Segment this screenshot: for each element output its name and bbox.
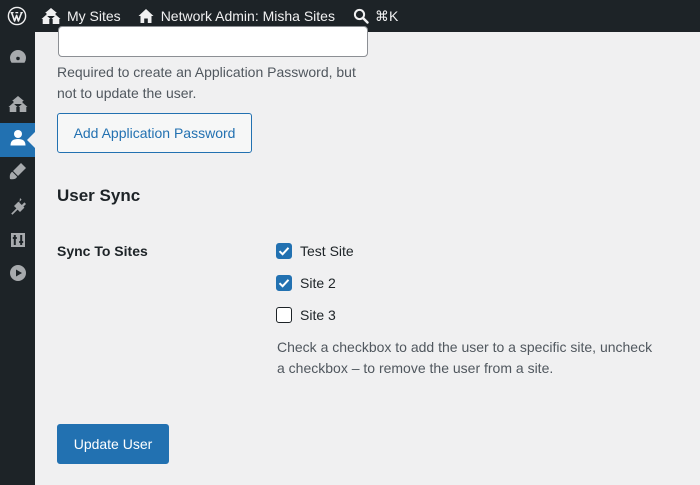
dashboard-icon [8,47,28,72]
checkmark-icon [278,247,290,256]
sites-icon [8,95,28,118]
site-option-test-site[interactable]: Test Site [276,243,354,259]
user-sync-description: Check a checkbox to add the user to a sp… [277,339,653,376]
menu-users[interactable] [0,123,35,157]
menu-media-play[interactable] [0,258,35,292]
users-icon [8,128,28,153]
plugins-icon [8,196,28,221]
search-icon [353,8,369,24]
wordpress-menu[interactable] [0,0,34,32]
menu-plugins[interactable] [0,191,35,225]
admin-side-menu [0,32,35,485]
sync-to-sites-label: Sync To Sites [57,243,148,259]
my-sites-icon [41,7,61,25]
test-site-checkbox[interactable] [276,243,292,259]
site-2-checkbox[interactable] [276,275,292,291]
menu-themes[interactable] [0,156,35,190]
menu-dashboard[interactable] [0,42,35,76]
application-password-description: Required to create an Application Passwo… [57,64,356,101]
media-play-icon [8,263,28,288]
site-option-site-2[interactable]: Site 2 [276,275,336,291]
application-password-name-field[interactable] [58,26,368,57]
menu-settings[interactable] [0,225,35,259]
home-icon [138,8,154,24]
my-sites-label: My Sites [67,8,121,24]
wordpress-logo-icon [7,6,27,26]
test-site-label: Test Site [300,243,354,259]
search-shortcut: ⌘K [374,7,399,24]
update-user-button[interactable]: Update User [57,424,169,464]
site-option-site-3[interactable]: Site 3 [276,307,336,323]
main-content: Required to create an Application Passwo… [35,26,700,485]
checkmark-icon [278,279,290,288]
themes-icon [8,161,28,186]
settings-icon [8,230,28,255]
site-3-label: Site 3 [300,307,336,323]
site-2-label: Site 2 [300,275,336,291]
menu-sites[interactable] [0,89,35,123]
user-sync-heading: User Sync [57,186,141,205]
network-admin-label: Network Admin: Misha Sites [160,8,335,24]
add-application-password-button[interactable]: Add Application Password [57,113,252,153]
site-3-checkbox[interactable] [276,307,292,323]
